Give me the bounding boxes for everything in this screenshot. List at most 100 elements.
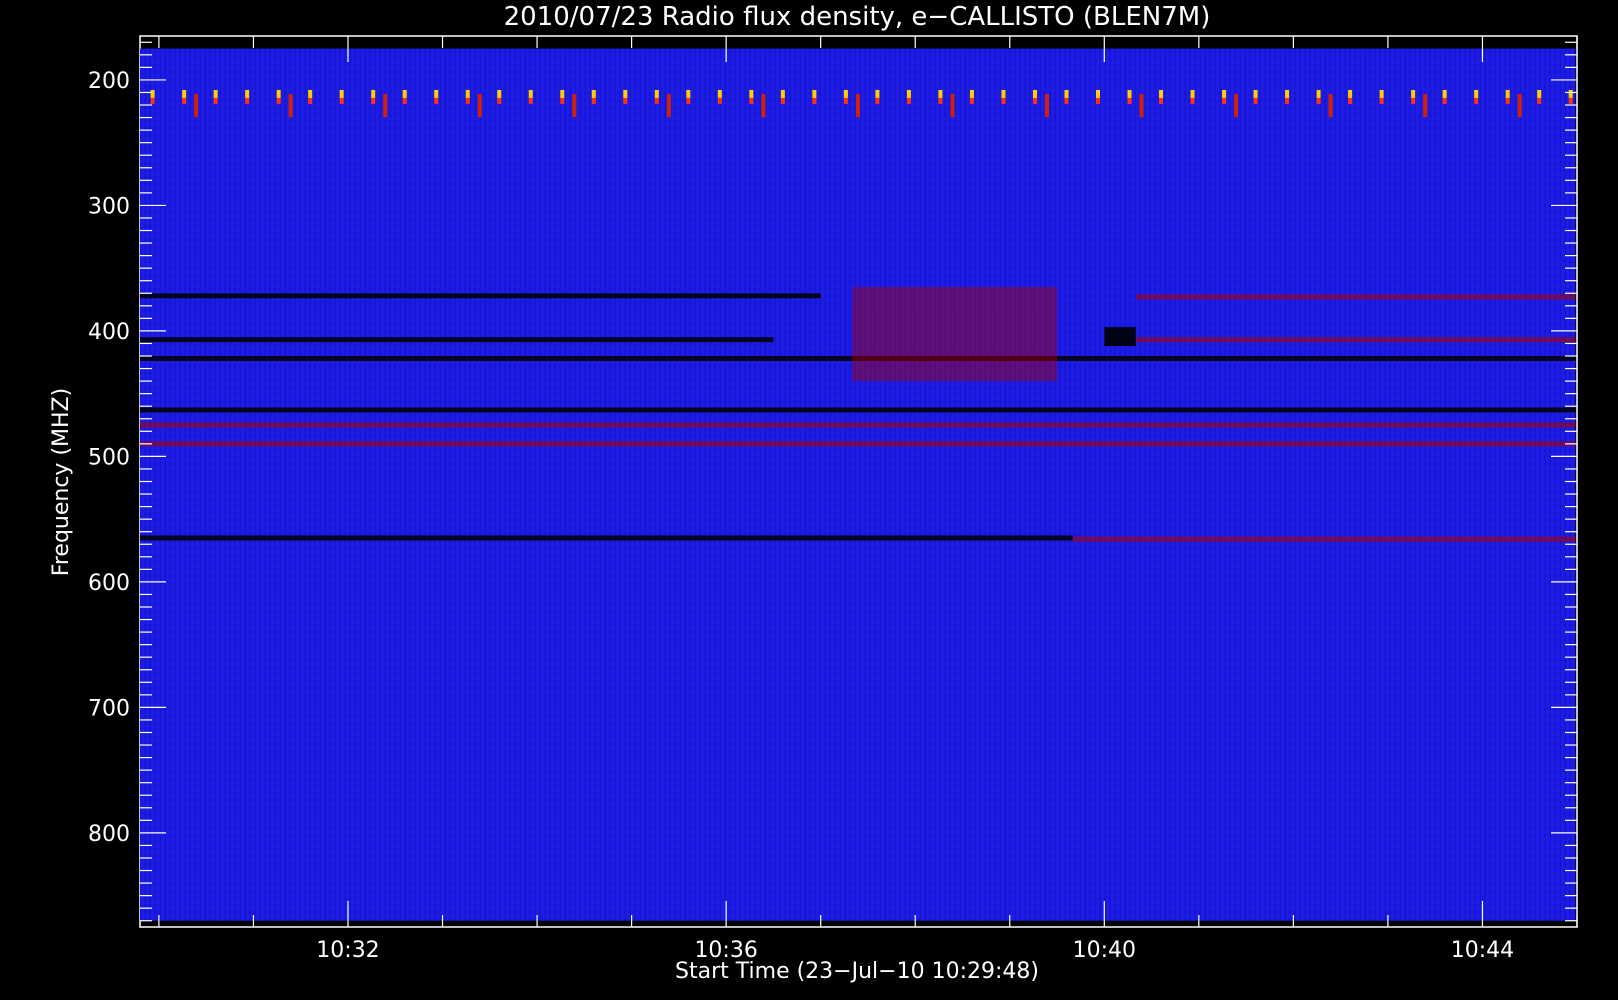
burst-mark xyxy=(1139,93,1144,118)
burst-mark xyxy=(1411,97,1416,104)
heatmap-background xyxy=(140,48,1576,921)
burst-mark xyxy=(528,97,533,104)
burst-mark xyxy=(308,97,313,104)
burst-mark xyxy=(1568,89,1573,98)
burst-mark xyxy=(528,89,533,98)
burst-mark xyxy=(1379,89,1384,98)
burst-mark xyxy=(843,89,848,98)
burst-mark xyxy=(1316,97,1321,104)
y-tick-label: 700 xyxy=(88,696,130,721)
burst-mark xyxy=(1159,89,1164,98)
feature-band xyxy=(1135,337,1576,343)
burst-mark xyxy=(497,97,502,104)
burst-mark xyxy=(560,89,565,98)
burst-mark xyxy=(1190,89,1195,98)
burst-mark xyxy=(1348,89,1353,98)
burst-mark xyxy=(749,97,754,104)
burst-mark xyxy=(1001,97,1006,104)
feature-band xyxy=(140,535,1073,541)
burst-mark xyxy=(1285,89,1290,98)
burst-mark xyxy=(1285,97,1290,104)
burst-mark xyxy=(1568,97,1573,104)
burst-mark xyxy=(875,97,880,104)
burst-mark xyxy=(560,97,565,104)
burst-mark xyxy=(1222,89,1227,98)
burst-mark xyxy=(213,97,218,104)
x-tick-label: 10:44 xyxy=(1451,938,1514,963)
chart-title: 2010/07/23 Radio flux density, e−CALLIST… xyxy=(504,2,1211,32)
burst-mark xyxy=(1505,97,1510,104)
burst-mark xyxy=(654,97,659,104)
burst-mark xyxy=(465,89,470,98)
burst-mark xyxy=(434,89,439,98)
burst-mark xyxy=(1127,97,1132,104)
burst-mark xyxy=(666,93,671,118)
burst-mark xyxy=(1253,89,1258,98)
burst-mark xyxy=(371,97,376,104)
burst-mark xyxy=(182,97,187,104)
burst-mark xyxy=(182,89,187,98)
burst-mark xyxy=(402,89,407,98)
burst-mark xyxy=(1316,89,1321,98)
burst-mark xyxy=(1328,93,1333,118)
burst-mark xyxy=(969,97,974,104)
burst-mark xyxy=(1474,89,1479,98)
burst-mark xyxy=(1253,97,1258,104)
burst-mark xyxy=(1234,93,1239,118)
burst-mark xyxy=(591,89,596,98)
burst-mark xyxy=(938,97,943,104)
burst-mark xyxy=(308,89,313,98)
burst-mark xyxy=(1096,89,1100,98)
y-tick-label: 600 xyxy=(88,571,130,596)
burst-mark xyxy=(950,93,955,118)
x-axis-label: Start Time (23−Jul−10 10:29:48) xyxy=(675,959,1039,984)
burst-mark xyxy=(245,89,250,98)
burst-mark xyxy=(245,97,250,104)
burst-mark xyxy=(339,89,344,98)
burst-mark xyxy=(1348,97,1353,104)
x-tick-label: 10:40 xyxy=(1073,938,1136,963)
burst-mark xyxy=(1442,97,1447,104)
burst-mark xyxy=(276,89,281,98)
burst-mark xyxy=(1064,89,1069,98)
y-tick-label: 500 xyxy=(88,445,130,470)
burst-mark xyxy=(150,97,155,104)
feature-band xyxy=(1135,294,1576,300)
burst-mark xyxy=(288,93,293,118)
burst-mark xyxy=(371,89,376,98)
burst-mark xyxy=(1096,97,1100,104)
burst-mark xyxy=(717,89,722,98)
burst-mark xyxy=(572,93,577,118)
burst-mark xyxy=(1505,89,1510,98)
burst-mark xyxy=(213,89,218,98)
burst-mark xyxy=(812,97,817,104)
feature-band xyxy=(140,293,821,299)
feature-patch xyxy=(1104,327,1136,346)
feature-band xyxy=(140,337,774,343)
burst-mark xyxy=(477,93,482,118)
y-axis-label: Frequency (MHZ) xyxy=(49,388,74,576)
burst-mark xyxy=(623,97,628,104)
burst-mark xyxy=(686,97,691,104)
burst-mark xyxy=(591,97,596,104)
feature-band xyxy=(140,407,1576,413)
burst-mark xyxy=(1032,89,1037,98)
burst-mark xyxy=(1159,97,1164,104)
burst-mark xyxy=(1222,97,1227,104)
burst-mark xyxy=(339,97,344,104)
burst-mark xyxy=(465,97,470,104)
burst-mark xyxy=(686,89,691,98)
burst-mark xyxy=(1044,93,1049,118)
burst-mark xyxy=(812,89,817,98)
burst-mark xyxy=(938,89,943,98)
burst-mark xyxy=(969,89,974,98)
burst-mark xyxy=(780,97,785,104)
burst-mark xyxy=(906,89,911,98)
burst-mark xyxy=(906,97,911,104)
burst-mark xyxy=(780,89,785,98)
burst-mark xyxy=(717,97,722,104)
burst-mark xyxy=(1537,97,1542,104)
burst-mark xyxy=(1423,93,1428,118)
burst-mark xyxy=(749,89,754,98)
burst-mark xyxy=(383,93,388,118)
